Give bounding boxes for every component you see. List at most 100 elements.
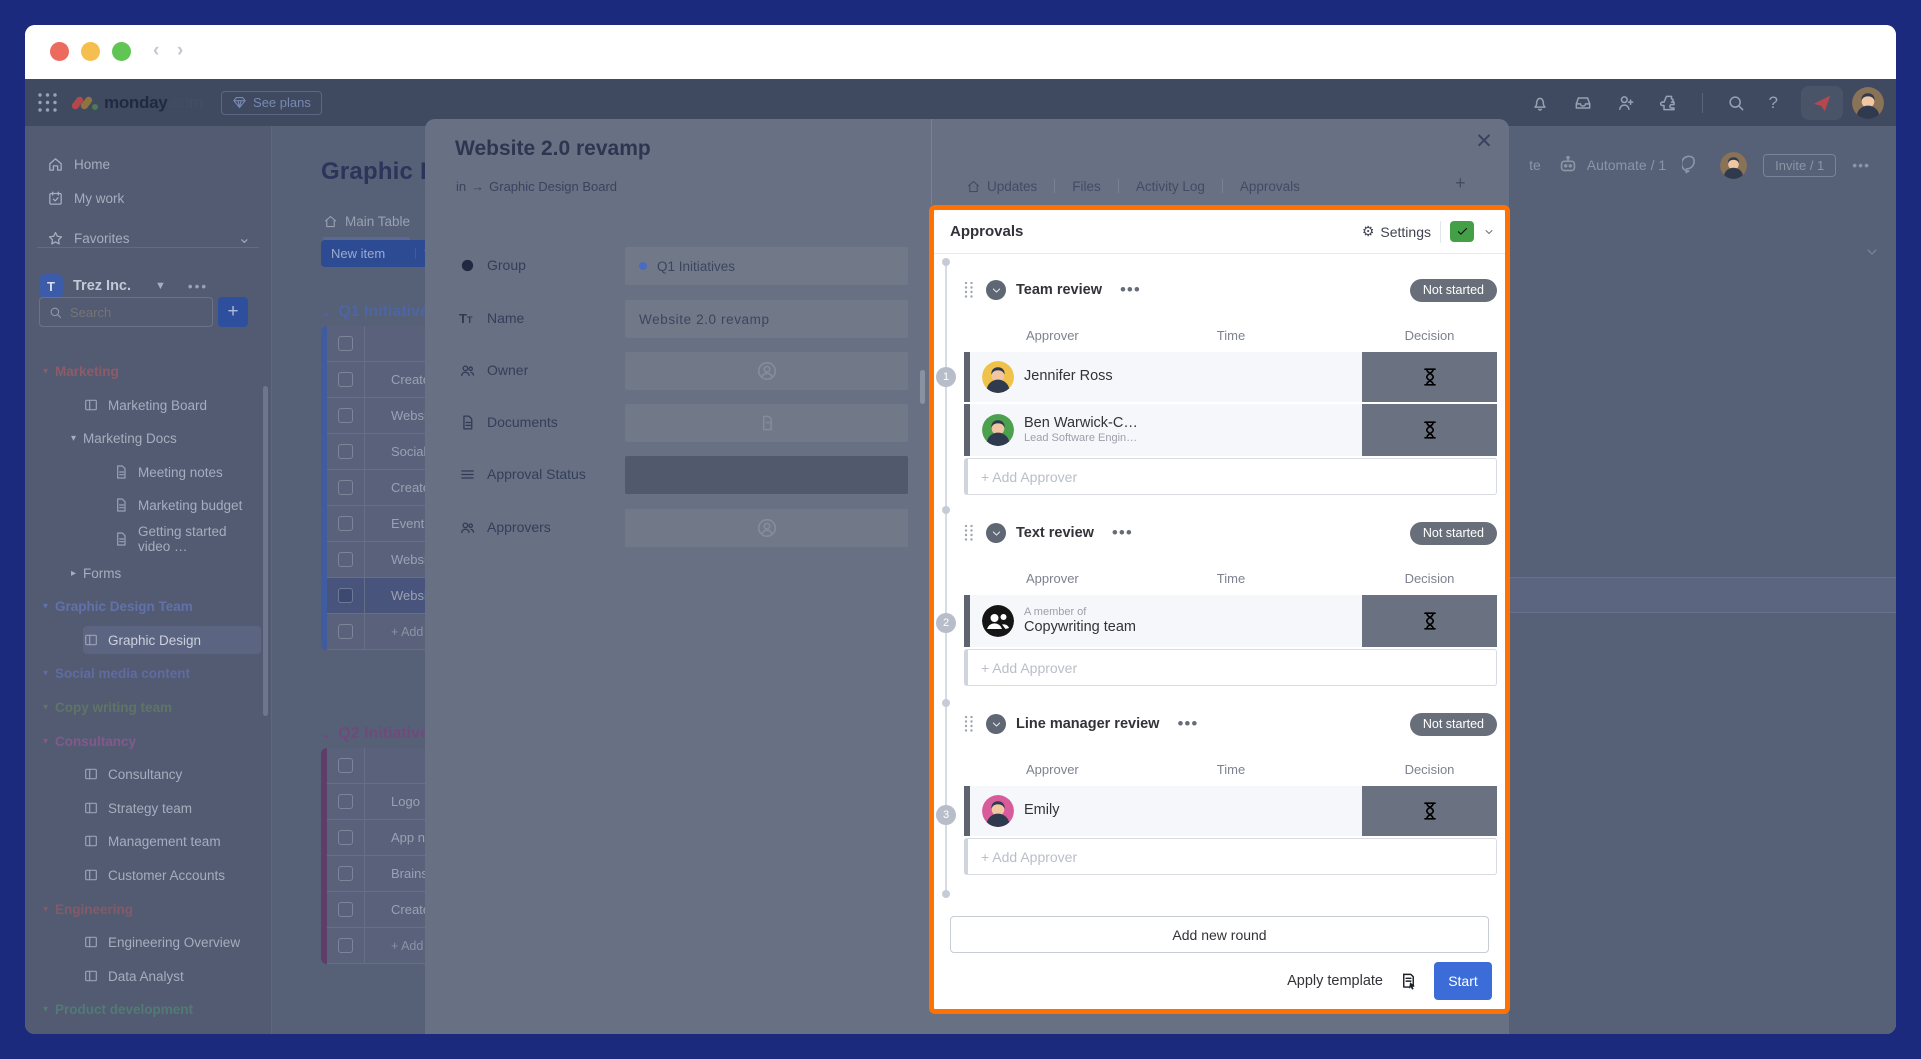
sidebar-item-engineering[interactable]: ▾Engineering <box>43 895 261 923</box>
sidebar-item-social-media-content[interactable]: ▾Social media content <box>43 659 261 687</box>
sidebar-item-favorites[interactable]: Favorites⌄ <box>47 224 263 252</box>
sidebar-item-graphic-design[interactable]: Graphic Design <box>83 626 261 654</box>
workspace-more-icon[interactable]: ••• <box>188 279 208 294</box>
tab-files[interactable]: Files <box>1055 179 1118 194</box>
folder-arrow-icon[interactable]: ▾ <box>71 433 83 444</box>
add-new-round-button[interactable]: Add new round <box>950 916 1489 953</box>
tab-approvals[interactable]: Approvals <box>1223 179 1317 194</box>
sidebar-item-marketing[interactable]: ▾Marketing <box>43 357 261 385</box>
section-arrow-icon[interactable]: ▾ <box>43 736 55 747</box>
drag-handle-icon[interactable] <box>964 716 974 732</box>
round-menu-icon[interactable]: ••• <box>1177 714 1198 734</box>
sidebar-item-meeting-notes[interactable]: Meeting notes <box>113 458 261 486</box>
round-name[interactable]: Line manager review <box>1016 716 1159 732</box>
row-checkbox[interactable] <box>327 820 365 855</box>
approver-row[interactable]: A member of Copywriting team <box>964 595 1497 647</box>
group-title[interactable]: Q2 Initiatives <box>338 725 438 743</box>
decision-cell[interactable] <box>1362 595 1497 647</box>
sidebar-scrollbar[interactable] <box>263 386 268 716</box>
section-arrow-icon[interactable]: ▾ <box>43 904 55 915</box>
sidebar-item-management-team[interactable]: Management team <box>83 827 261 855</box>
settings-button[interactable]: ⚙ Settings <box>1362 223 1431 240</box>
apps-marketplace-icon[interactable] <box>1659 93 1679 113</box>
sidebar-item-strategy-team[interactable]: Strategy team <box>83 794 261 822</box>
board-more-icon[interactable]: ••• <box>1852 157 1870 173</box>
section-arrow-icon[interactable]: ▾ <box>43 702 55 713</box>
forward-icon[interactable]: › <box>177 40 183 62</box>
row-checkbox[interactable] <box>327 856 365 891</box>
round-collapse-button[interactable] <box>986 280 1006 300</box>
select-all-checkbox[interactable] <box>327 748 365 783</box>
add-approver-input[interactable]: + Add Approver <box>964 458 1497 495</box>
row-checkbox[interactable] <box>327 398 365 433</box>
sidebar-item-marketing-docs[interactable]: ▾Marketing Docs <box>71 424 261 452</box>
approver-row[interactable]: Jennifer Ross <box>964 352 1497 402</box>
sidebar-item-marketing-budget[interactable]: Marketing budget <box>113 491 261 519</box>
row-checkbox[interactable] <box>327 578 365 613</box>
approver-row[interactable]: Ben Warwick-C… Lead Software Engin… <box>964 404 1497 456</box>
tab-main-table[interactable]: Main Table <box>323 214 410 240</box>
robot-icon[interactable] <box>1557 154 1579 176</box>
notifications-bell-icon[interactable] <box>1530 93 1550 113</box>
add-approver-input[interactable]: + Add Approver <box>964 649 1497 686</box>
apply-template-button[interactable]: Apply template <box>1287 973 1383 989</box>
approval-status-checkbox[interactable] <box>1450 221 1474 242</box>
invite-button[interactable]: Invite / 1 <box>1763 154 1836 177</box>
chevron-down-icon[interactable]: ⌄ <box>238 228 251 248</box>
chevron-down-icon[interactable] <box>1483 226 1495 238</box>
modal-scrollbar[interactable] <box>920 370 925 404</box>
sidebar-item-consultancy[interactable]: Consultancy <box>83 760 261 788</box>
field-value[interactable]: Q1 Initiatives <box>625 247 908 285</box>
chat-bubble-icon[interactable] <box>1682 154 1704 176</box>
chevron-down-icon[interactable]: ▼ <box>155 280 166 292</box>
sidebar-item-product-development[interactable]: ▾Product development <box>43 995 261 1023</box>
new-item-button[interactable]: New item ▼ <box>321 240 439 267</box>
sidebar-item-consultancy[interactable]: ▾Consultancy <box>43 727 261 755</box>
tab-updates[interactable]: Updates <box>949 179 1054 194</box>
zoom-window-button[interactable] <box>112 42 131 61</box>
group-collapse-icon[interactable]: ⌄ <box>321 306 330 319</box>
sidebar-item-copy-writing-team[interactable]: ▾Copy writing team <box>43 693 261 721</box>
board-owner-avatar[interactable] <box>1720 152 1747 179</box>
section-arrow-icon[interactable]: ▾ <box>43 1004 55 1015</box>
row-checkbox[interactable] <box>327 506 365 541</box>
add-tab-button[interactable]: + <box>1455 173 1466 194</box>
sidebar-item-customer-accounts[interactable]: Customer Accounts <box>83 861 261 889</box>
profile-avatar[interactable] <box>1852 87 1884 119</box>
integrate-label-partial[interactable]: te <box>1529 157 1541 173</box>
tab-activity-log[interactable]: Activity Log <box>1119 179 1222 194</box>
row-checkbox[interactable] <box>327 892 365 927</box>
section-arrow-icon[interactable]: ▾ <box>43 366 55 377</box>
close-icon[interactable]: ✕ <box>1471 129 1497 155</box>
field-value[interactable] <box>625 404 908 442</box>
sidebar-item-getting-started-video[interactable]: Getting started video … <box>113 525 261 553</box>
round-menu-icon[interactable]: ••• <box>1112 523 1133 543</box>
section-arrow-icon[interactable]: ▾ <box>43 668 55 679</box>
sidebar-item-it[interactable]: IT <box>83 1029 261 1034</box>
automate-button[interactable]: Automate / 1 <box>1587 157 1666 173</box>
sidebar-item-engineering-overview[interactable]: Engineering Overview <box>83 928 261 956</box>
round-collapse-button[interactable] <box>986 714 1006 734</box>
group-title[interactable]: Q1 Initiatives <box>338 303 438 321</box>
round-menu-icon[interactable]: ••• <box>1120 280 1141 300</box>
help-icon[interactable]: ? <box>1769 93 1778 113</box>
search-icon[interactable] <box>1726 93 1746 113</box>
whats-new-button[interactable] <box>1801 86 1843 120</box>
drag-handle-icon[interactable] <box>964 525 974 541</box>
sidebar-search[interactable] <box>39 297 213 327</box>
minimize-window-button[interactable] <box>81 42 100 61</box>
template-icon[interactable] <box>1399 972 1418 991</box>
breadcrumb[interactable]: in → Graphic Design Board <box>456 179 617 194</box>
section-arrow-icon[interactable]: ▾ <box>43 601 55 612</box>
row-checkbox[interactable] <box>327 542 365 577</box>
sidebar-item-my-work[interactable]: My work <box>47 184 263 212</box>
add-approver-input[interactable]: + Add Approver <box>964 838 1497 875</box>
field-value[interactable] <box>625 509 908 547</box>
apps-grid-icon[interactable] <box>38 93 58 113</box>
invite-members-icon[interactable] <box>1616 93 1636 113</box>
decision-cell[interactable] <box>1362 352 1497 402</box>
sidebar-item-home[interactable]: Home <box>47 150 263 178</box>
row-checkbox[interactable] <box>327 434 365 469</box>
sidebar-item-graphic-design-team[interactable]: ▾Graphic Design Team <box>43 592 261 620</box>
folder-arrow-icon[interactable]: ▸ <box>71 568 83 579</box>
